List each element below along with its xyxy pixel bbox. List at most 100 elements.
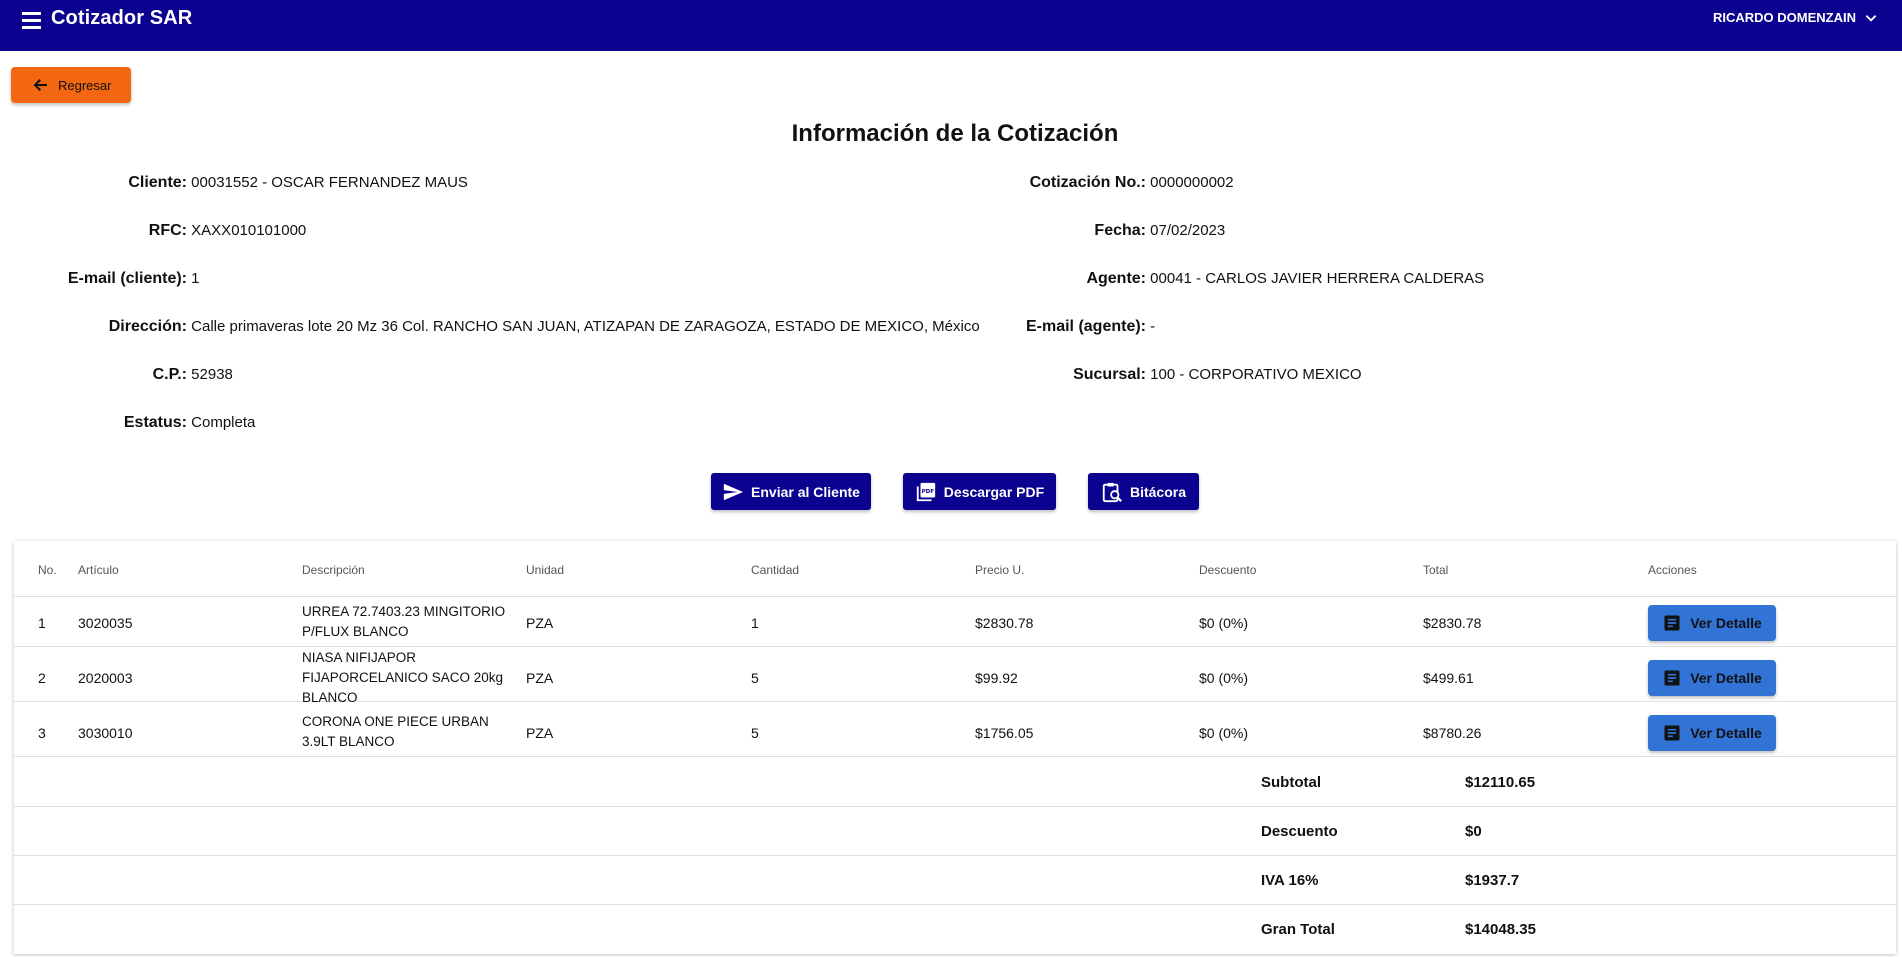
arrow-left-icon <box>33 79 47 91</box>
quote-items-table: No. Artículo Descripción Unidad Cantidad… <box>14 541 1896 954</box>
client-email-value: 1 <box>191 270 200 287</box>
cell-total: $2830.78 <box>1423 615 1482 631</box>
postal-code-value: 52938 <box>191 366 233 383</box>
cell-description: URREA 72.7403.23 MINGITORIO P/FLUX BLANC… <box>302 604 506 639</box>
document-icon <box>1664 670 1680 686</box>
agent-label: Agente: <box>1086 270 1146 287</box>
view-detail-button[interactable]: Ver Detalle <box>1648 660 1776 696</box>
action-buttons: Enviar al Cliente PDF Descargar PDF Bitá… <box>0 473 1902 510</box>
column-header-total: Total <box>1423 563 1449 577</box>
user-name: RICARDO DOMENZAIN <box>1713 10 1856 25</box>
client-field: Cliente: 00031552 - OSCAR FERNANDEZ MAUS <box>0 174 468 192</box>
page-title: Información de la Cotización <box>791 120 1119 147</box>
cell-article: 2020003 <box>78 670 133 686</box>
postal-code-label: C.P.: <box>152 366 187 383</box>
branch-label: Sucursal: <box>1073 366 1146 383</box>
rfc-field: RFC: XAXX010101000 <box>0 222 307 240</box>
status-value: Completa <box>191 414 256 431</box>
client-value: 00031552 - OSCAR FERNANDEZ MAUS <box>191 174 468 191</box>
client-label: Cliente: <box>128 174 187 191</box>
quote-number-value: 0000000002 <box>1150 174 1234 191</box>
cell-article: 3030010 <box>78 725 133 741</box>
back-button[interactable]: Regresar <box>11 67 131 103</box>
branch-field: Sucursal: 100 - CORPORATIVO MEXICO <box>1000 366 1362 384</box>
postal-code-field: C.P.: 52938 <box>0 366 233 384</box>
status-label: Estatus: <box>123 414 187 431</box>
column-header-description: Descripción <box>302 563 365 577</box>
subtotal-row: Subtotal $12110.65 <box>14 758 1896 807</box>
download-pdf-button[interactable]: PDF Descargar PDF <box>903 473 1056 510</box>
user-menu[interactable]: RICARDO DOMENZAIN <box>1713 10 1878 25</box>
pdf-icon: PDF <box>916 482 935 501</box>
client-email-field: E-mail (cliente): 1 <box>0 270 200 288</box>
cell-quantity: 5 <box>751 670 759 686</box>
chevron-down-icon <box>1865 14 1877 22</box>
date-value: 07/02/2023 <box>1150 222 1226 239</box>
back-button-label: Regresar <box>58 77 112 93</box>
app-bar: Cotizador SAR RICARDO DOMENZAIN <box>0 0 1902 51</box>
download-pdf-label: Descargar PDF <box>943 483 1045 500</box>
grand-total-label: Gran Total <box>1261 921 1335 938</box>
cell-no: 3 <box>38 725 46 741</box>
cell-description: NIASA NIFIJAPOR FIJAPORCELANICO SACO 20k… <box>302 650 504 705</box>
cell-total: $8780.26 <box>1423 725 1482 741</box>
grand-total-row: Gran Total $14048.35 <box>14 905 1896 954</box>
agent-email-label: E-mail (agente): <box>1025 318 1146 335</box>
column-header-discount: Descuento <box>1199 563 1257 577</box>
tax-value: $1937.7 <box>1465 872 1520 889</box>
address-label: Dirección: <box>108 318 187 335</box>
log-label: Bitácora <box>1129 483 1187 500</box>
status-field: Estatus: Completa <box>0 414 256 432</box>
send-to-client-button[interactable]: Enviar al Cliente <box>711 473 871 510</box>
quote-number-field: Cotización No.: 0000000002 <box>1000 174 1234 192</box>
view-detail-button[interactable]: Ver Detalle <box>1648 715 1776 751</box>
agent-email-value: - <box>1150 318 1156 335</box>
table-row: 2 2020003 NIASA NIFIJAPOR FIJAPORCELANIC… <box>14 650 1896 705</box>
column-header-unit: Unidad <box>526 563 565 577</box>
address-value: Calle primaveras lote 20 Mz 36 Col. RANC… <box>191 318 980 335</box>
cell-discount: $0 (0%) <box>1199 615 1249 631</box>
document-icon <box>1664 615 1680 631</box>
tax-label: IVA 16% <box>1261 872 1319 889</box>
cell-quantity: 5 <box>751 725 759 741</box>
table-row: 1 3020035 URREA 72.7403.23 MINGITORIO P/… <box>14 598 1896 647</box>
clipboard-search-icon <box>1102 482 1122 502</box>
log-button[interactable]: Bitácora <box>1088 473 1199 510</box>
svg-text:PDF: PDF <box>921 488 934 494</box>
column-header-quantity: Cantidad <box>751 563 800 577</box>
quote-number-label: Cotización No.: <box>1029 174 1146 191</box>
send-to-client-label: Enviar al Cliente <box>751 483 860 500</box>
column-header-no: No. <box>38 563 57 577</box>
branch-value: 100 - CORPORATIVO MEXICO <box>1150 366 1362 383</box>
subtotal-label: Subtotal <box>1261 774 1321 791</box>
cell-unit: PZA <box>526 670 554 686</box>
view-detail-label: Ver Detalle <box>1690 725 1762 741</box>
table-row: 3 3030010 CORONA ONE PIECE URBAN 3.9LT B… <box>14 708 1896 757</box>
cell-unit: PZA <box>526 725 554 741</box>
agent-email-field: E-mail (agente): - <box>1000 318 1155 336</box>
agent-field: Agente: 00041 - CARLOS JAVIER HERRERA CA… <box>1000 270 1484 288</box>
cell-unit: PZA <box>526 615 554 631</box>
cell-quantity: 1 <box>751 615 759 631</box>
view-detail-button[interactable]: Ver Detalle <box>1648 605 1776 641</box>
discount-label: Descuento <box>1261 823 1338 840</box>
grand-total-value: $14048.35 <box>1465 921 1536 938</box>
discount-row: Descuento $0 <box>14 807 1896 856</box>
date-field: Fecha: 07/02/2023 <box>1000 222 1225 240</box>
column-header-actions: Acciones <box>1648 563 1697 577</box>
address-field: Dirección: Calle primaveras lote 20 Mz 3… <box>0 318 980 336</box>
document-icon <box>1664 725 1680 741</box>
cell-discount: $0 (0%) <box>1199 670 1249 686</box>
client-email-label: E-mail (cliente): <box>67 270 187 287</box>
view-detail-label: Ver Detalle <box>1690 615 1762 631</box>
cell-discount: $0 (0%) <box>1199 725 1249 741</box>
menu-icon[interactable] <box>19 9 45 31</box>
cell-no: 1 <box>38 615 46 631</box>
tax-row: IVA 16% $1937.7 <box>14 856 1896 905</box>
cell-description: CORONA ONE PIECE URBAN 3.9LT BLANCO <box>302 714 489 749</box>
rfc-value: XAXX010101000 <box>191 222 307 239</box>
date-label: Fecha: <box>1094 222 1146 239</box>
view-detail-label: Ver Detalle <box>1690 670 1762 686</box>
cell-unit-price: $2830.78 <box>975 615 1034 631</box>
cell-unit-price: $99.92 <box>975 670 1018 686</box>
